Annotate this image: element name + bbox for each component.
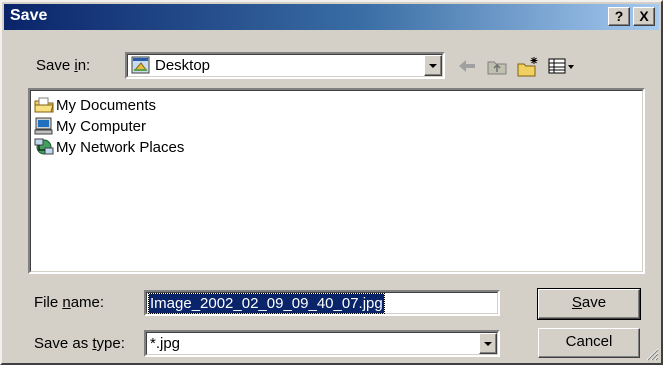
list-item[interactable]: My Documents [34, 95, 156, 115]
list-item[interactable]: My Network Places [34, 137, 184, 157]
save-button[interactable]: Save [537, 288, 641, 320]
save-in-dropdown-button[interactable] [424, 55, 442, 76]
save-in-label: Save in: [36, 57, 91, 74]
save-as-type-value: *.jpg [150, 335, 181, 352]
help-button[interactable]: ? [608, 7, 630, 26]
save-in-dropdown[interactable]: Desktop [125, 52, 445, 79]
cancel-button[interactable]: Cancel [538, 328, 640, 358]
list-item-label: My Documents [56, 96, 157, 114]
title-bar[interactable]: Save ? X [4, 4, 659, 30]
network-places-icon [34, 138, 54, 155]
resize-grip-icon[interactable] [645, 347, 659, 361]
back-arrow-icon[interactable] [456, 56, 478, 76]
list-item[interactable]: My Computer [34, 116, 146, 136]
up-folder-icon[interactable] [486, 56, 508, 76]
my-documents-icon [34, 97, 54, 113]
dialog-title: Save [10, 7, 48, 24]
file-name-value: Image_2002_02_09_09_40_07.jpg [148, 293, 385, 314]
close-button[interactable]: X [633, 7, 655, 26]
save-as-type-dropdown-button[interactable] [479, 333, 497, 354]
file-name-label: File name: [34, 294, 105, 311]
list-item-label: My Network Places [56, 138, 185, 156]
save-dialog: Save ? X Save in: Desktop My Documents M… [0, 0, 663, 365]
list-item-label: My Computer [56, 117, 147, 135]
my-computer-icon [34, 117, 53, 135]
new-folder-icon[interactable] [516, 56, 540, 78]
file-list[interactable]: My Documents My Computer My Network Plac… [28, 88, 645, 274]
save-as-type-dropdown[interactable]: *.jpg [144, 330, 500, 357]
save-in-value: Desktop [155, 57, 211, 74]
desktop-icon [131, 56, 150, 74]
view-menu-icon[interactable] [547, 56, 577, 76]
save-as-type-label: Save as type: [34, 335, 125, 352]
file-name-input[interactable]: Image_2002_02_09_09_40_07.jpg [144, 290, 500, 316]
